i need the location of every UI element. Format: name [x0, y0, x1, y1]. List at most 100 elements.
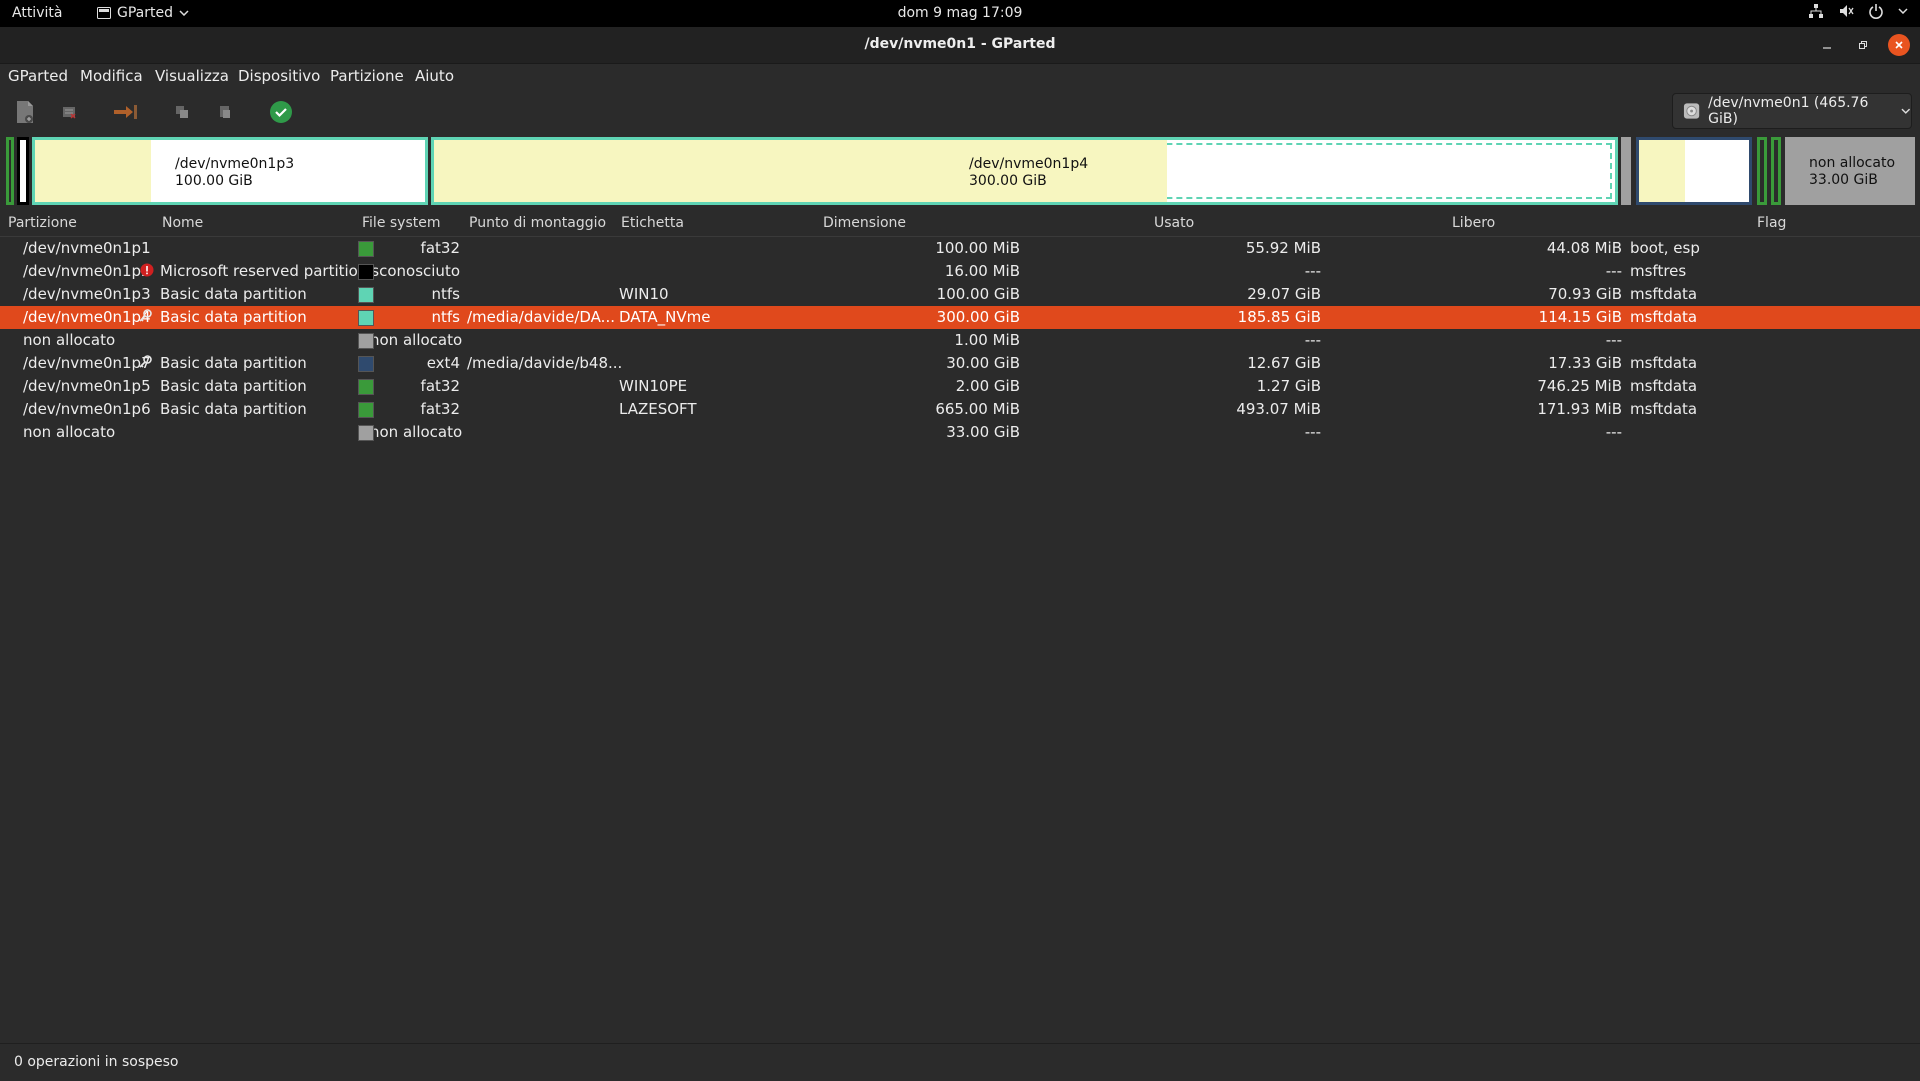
diskmap-segment-unallocated-small[interactable]	[1621, 137, 1631, 205]
diskmap-segment-unallocated[interactable]: non allocato 33.00 GiB	[1785, 137, 1915, 205]
menu-aiuto[interactable]: Aiuto	[415, 67, 454, 85]
new-partition-button[interactable]	[10, 97, 40, 127]
diskmap-p3-name: /dev/nvme0n1p3	[175, 156, 295, 172]
filesystem-color-swatch	[358, 241, 374, 257]
table-row[interactable]: /dev/nvme0n1p5 Basic data partition WIN10P…	[0, 375, 1920, 398]
filesystem-cell: fat32	[420, 377, 460, 395]
flags-cell: msftdata	[1630, 354, 1698, 372]
diskmap-segment-p2[interactable]	[17, 137, 29, 205]
filesystem-color-swatch	[358, 310, 374, 326]
disk-partition-map: /dev/nvme0n1p3 100.00 GiB /dev/nvme0n1p4…	[0, 135, 1920, 207]
filesystem-color-swatch	[358, 264, 374, 280]
apply-operations-button[interactable]	[266, 97, 296, 127]
device-selector[interactable]: /dev/nvme0n1 (465.76 GiB)	[1672, 93, 1912, 129]
diskmap-segment-p4[interactable]: /dev/nvme0n1p4 300.00 GiB	[431, 137, 1618, 205]
filesystem-color-swatch	[358, 356, 374, 372]
maximize-button[interactable]	[1852, 34, 1874, 56]
device-selector-label: /dev/nvme0n1 (465.76 GiB)	[1708, 95, 1869, 127]
menu-visualizza[interactable]: Visualizza	[155, 67, 229, 85]
copy-button[interactable]	[167, 97, 197, 127]
diskmap-p3-size: 100.00 GiB	[175, 173, 253, 189]
menu-gparted[interactable]: GParted	[8, 67, 68, 85]
table-row[interactable]: /dev/nvme0n1p4 Basic data partition/media…	[0, 306, 1920, 329]
flags-cell: msftdata	[1630, 377, 1698, 395]
warning-icon[interactable]	[140, 263, 154, 277]
diskmap-unalloc-size: 33.00 GiB	[1809, 172, 1878, 188]
filesystem-cell: ntfs	[431, 285, 460, 303]
column-header-flag[interactable]: Flag	[1757, 215, 1786, 231]
column-header-partizione[interactable]: Partizione	[8, 215, 77, 231]
app-menu-label: GParted	[117, 5, 173, 21]
used-cell: 12.67 GiB	[1247, 354, 1321, 372]
diskmap-p4-size: 300.00 GiB	[969, 173, 1047, 189]
free-cell: ---	[1605, 331, 1622, 349]
delete-partition-button[interactable]	[54, 97, 84, 127]
partition-cell: /dev/nvme0n1p5	[23, 377, 151, 395]
table-row[interactable]: /dev/nvme0n1p1 boot, esp fat32 100.00 MiB 55…	[0, 237, 1920, 260]
flags-cell: boot, esp	[1630, 239, 1700, 257]
activities-button[interactable]: Attività	[12, 5, 62, 21]
size-cell: 100.00 MiB	[935, 239, 1020, 257]
table-row[interactable]: /dev/nvme0n1p3 Basic data partition WIN10 m…	[0, 283, 1920, 306]
partition-cell: /dev/nvme0n1p2	[23, 262, 151, 280]
close-button[interactable]	[1888, 34, 1910, 56]
size-cell: 2.00 GiB	[955, 377, 1020, 395]
free-cell: 17.33 GiB	[1548, 354, 1622, 372]
filesystem-cell: ext4	[426, 354, 460, 372]
column-header-punto-montaggio[interactable]: Punto di montaggio	[469, 215, 606, 231]
paste-icon	[220, 106, 230, 118]
clock[interactable]: dom 9 mag 17:09	[898, 5, 1023, 21]
size-cell: 33.00 GiB	[946, 423, 1020, 441]
diskmap-segment-p5[interactable]	[1757, 137, 1767, 205]
checkmark-icon	[270, 101, 292, 123]
column-header-libero[interactable]: Libero	[1452, 215, 1495, 231]
table-row[interactable]: /dev/nvme0n1p2 Microsoft reserved partiti…	[0, 260, 1920, 283]
filesystem-color-swatch	[358, 287, 374, 303]
diskmap-segment-p1[interactable]	[6, 137, 14, 205]
mounted-key-icon	[139, 309, 152, 322]
diskmap-segment-p3[interactable]: /dev/nvme0n1p3 100.00 GiB	[32, 137, 428, 205]
table-row[interactable]: non allocato non allocato 1.00 MiB --- ---	[0, 329, 1920, 352]
column-header-dimensione[interactable]: Dimensione	[823, 215, 906, 231]
size-cell: 665.00 MiB	[935, 400, 1020, 418]
used-space-bar	[35, 140, 151, 202]
chevron-down-icon[interactable]	[1898, 8, 1908, 14]
table-row[interactable]: /dev/nvme0n1p7 Basic data partition/media…	[0, 352, 1920, 375]
column-header-usato[interactable]: Usato	[1154, 215, 1194, 231]
label-cell: LAZESOFT	[619, 400, 697, 418]
minimize-button[interactable]	[1816, 34, 1838, 56]
volume-muted-icon[interactable]	[1838, 3, 1854, 19]
column-header-etichetta[interactable]: Etichetta	[621, 215, 684, 231]
column-header-nome[interactable]: Nome	[162, 215, 203, 231]
free-cell: 44.08 MiB	[1546, 239, 1622, 257]
free-cell: ---	[1605, 262, 1622, 280]
used-cell: 29.07 GiB	[1247, 285, 1321, 303]
column-header-file-system[interactable]: File system	[362, 215, 441, 231]
label-cell: WIN10	[619, 285, 669, 303]
window-titlebar[interactable]: /dev/nvme0n1 - GParted	[0, 27, 1920, 64]
power-icon[interactable]	[1868, 3, 1884, 19]
resize-move-button[interactable]	[110, 97, 140, 127]
table-row[interactable]: /dev/nvme0n1p6 Basic data partition LAZESO…	[0, 398, 1920, 421]
system-tray[interactable]	[1808, 3, 1908, 19]
menu-partizione[interactable]: Partizione	[330, 67, 404, 85]
menu-modifica[interactable]: Modifica	[80, 67, 143, 85]
diskmap-segment-p6[interactable]	[1771, 137, 1781, 205]
table-row[interactable]: non allocato non allocato 33.00 GiB --- ---	[0, 421, 1920, 444]
filesystem-cell: non allocato	[370, 423, 463, 441]
free-cell: 746.25 MiB	[1537, 377, 1622, 395]
minimize-icon	[1823, 47, 1831, 49]
mount-point-cell: /media/davide/b48...	[467, 354, 623, 372]
diskmap-segment-p7[interactable]	[1636, 137, 1752, 205]
copy-icon	[176, 106, 188, 118]
app-menu-button[interactable]: GParted	[97, 5, 189, 21]
flags-cell: msftres	[1630, 262, 1687, 280]
partition-cell: non allocato	[23, 331, 116, 349]
diskmap-p4-name: /dev/nvme0n1p4	[969, 156, 1089, 172]
used-cell: ---	[1304, 423, 1321, 441]
menu-dispositivo[interactable]: Dispositivo	[238, 67, 320, 85]
paste-button[interactable]	[210, 97, 240, 127]
size-cell: 30.00 GiB	[946, 354, 1020, 372]
free-cell: ---	[1605, 423, 1622, 441]
network-icon[interactable]	[1808, 3, 1824, 19]
